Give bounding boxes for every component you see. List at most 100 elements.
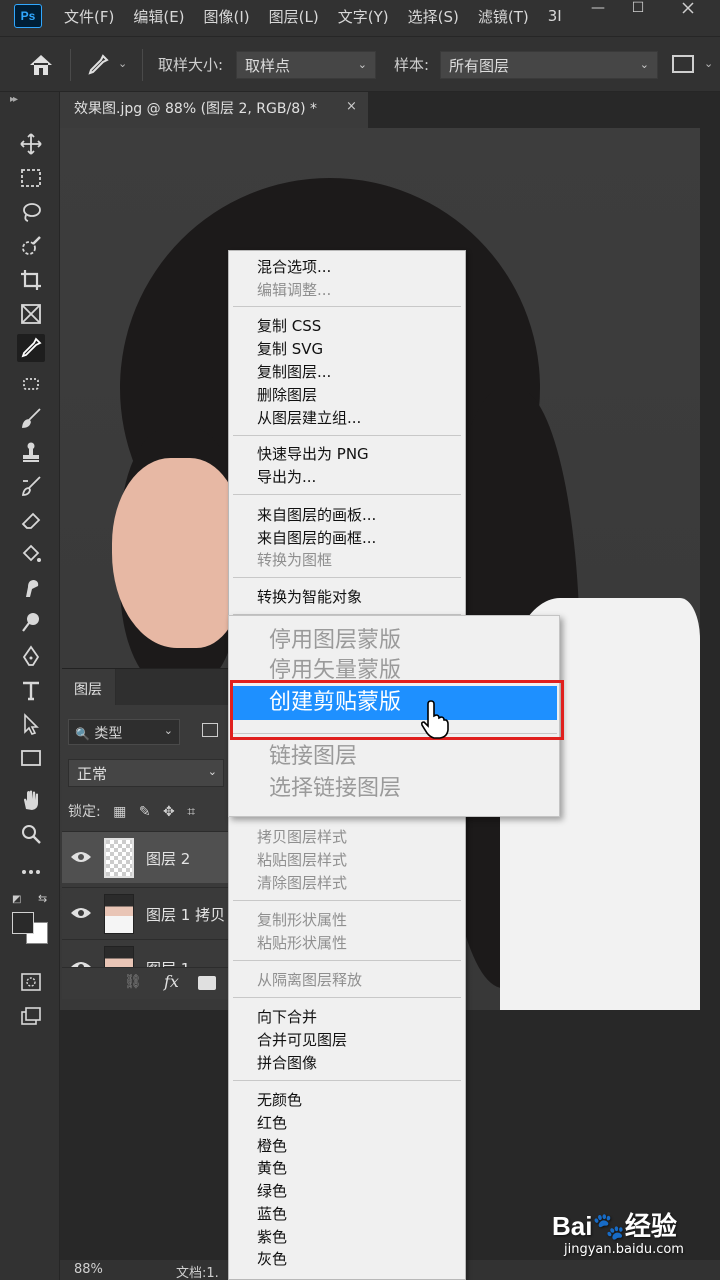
menu-item-frame-from-layers[interactable]: 来自图层的画框... [257, 528, 376, 548]
eyedropper-tool-icon[interactable] [17, 334, 45, 362]
stamp-tool-icon[interactable] [17, 438, 45, 466]
menu-item-copy-shape-attributes[interactable]: 复制形状属性 [257, 910, 347, 930]
menu-item-color-none[interactable]: 无颜色 [257, 1090, 302, 1110]
menu-item-copy-css[interactable]: 复制 CSS [257, 316, 321, 336]
more-tools-icon[interactable] [17, 858, 45, 886]
layer-row[interactable]: 图层 1 拷贝 [62, 887, 232, 939]
swap-colors-icon[interactable]: ⇆ [38, 892, 47, 905]
lock-transparency-icon[interactable]: ▦ [113, 804, 126, 820]
menu-item-duplicate-layer[interactable]: 复制图层... [257, 362, 331, 382]
chevron-down-icon[interactable]: ⌄ [704, 57, 713, 70]
color-swatches[interactable]: ◩ ⇆ [10, 892, 54, 944]
menu-item-disable-layer-mask[interactable]: 停用图层蒙版 [269, 626, 401, 656]
pen-tool-icon[interactable] [17, 642, 45, 670]
paint-bucket-tool-icon[interactable] [17, 540, 45, 568]
visibility-eye-icon[interactable] [70, 906, 92, 920]
sample-size-select[interactable]: 取样点 ⌄ [236, 51, 376, 79]
menu-item-color-blue[interactable]: 蓝色 [257, 1204, 287, 1224]
menu-item-flatten-image[interactable]: 拼合图像 [257, 1053, 317, 1073]
smudge-tool-icon[interactable] [17, 574, 45, 602]
close-window-button[interactable] [670, 0, 706, 20]
screen-mode-icon[interactable] [17, 1002, 45, 1030]
menu-item-blending-options[interactable]: 混合选项... [257, 257, 331, 277]
brush-tool-icon[interactable] [17, 404, 45, 432]
lasso-tool-icon[interactable] [17, 198, 45, 226]
quick-mask-icon[interactable] [17, 968, 45, 996]
menu-item-copy-svg[interactable]: 复制 SVG [257, 339, 323, 359]
link-layers-icon[interactable]: ⛓ [124, 974, 142, 990]
default-colors-icon[interactable]: ◩ [12, 894, 21, 905]
image-filter-icon[interactable] [202, 723, 218, 737]
crop-tool-icon[interactable] [17, 266, 45, 294]
zoom-tool-icon[interactable] [17, 820, 45, 848]
menu-item-delete-layer[interactable]: 删除图层 [257, 385, 317, 405]
menu-item-disable-vector-mask[interactable]: 停用矢量蒙版 [269, 656, 401, 682]
close-tab-icon[interactable]: × [346, 99, 357, 114]
lock-artboard-icon[interactable]: ⌗ [187, 804, 195, 820]
sample-select[interactable]: 所有图层 ⌄ [440, 51, 658, 79]
frame-tool-icon[interactable] [17, 300, 45, 328]
visibility-eye-icon[interactable] [70, 960, 92, 967]
layer-row[interactable]: 图层 2 [62, 831, 232, 883]
maximize-button[interactable]: ☐ [620, 0, 656, 20]
menu-item-paste-shape-attributes[interactable]: 粘贴形状属性 [257, 933, 347, 953]
menu-item-color-orange[interactable]: 橙色 [257, 1136, 287, 1156]
layer-name[interactable]: 图层 2 [146, 848, 190, 869]
path-selection-tool-icon[interactable] [17, 710, 45, 738]
lock-pixels-icon[interactable]: ✎ [139, 804, 151, 820]
menu-edit[interactable]: 编辑(E) [133, 6, 184, 27]
marquee-tool-icon[interactable] [17, 164, 45, 192]
menu-item-paste-layer-style[interactable]: 粘贴图层样式 [257, 850, 347, 870]
tab-layers[interactable]: 图层 [62, 669, 116, 705]
menu-item-merge-down[interactable]: 向下合并 [257, 1007, 317, 1027]
menu-item-merge-visible[interactable]: 合并可见图层 [257, 1030, 347, 1050]
menu-file[interactable]: 文件(F) [64, 6, 114, 27]
menu-item-group-from-layers[interactable]: 从图层建立组... [257, 408, 361, 428]
visibility-eye-icon[interactable] [70, 850, 92, 864]
menu-item-convert-to-frame[interactable]: 转换为图框 [257, 550, 332, 570]
fx-icon[interactable]: fx [164, 972, 179, 991]
hand-tool-icon[interactable] [17, 786, 45, 814]
blend-mode-select[interactable]: 正常 ⌄ [68, 759, 224, 787]
menu-filter[interactable]: 滤镜(T) [478, 6, 529, 27]
menu-item-artboard-from-layers[interactable]: 来自图层的画板... [257, 505, 376, 525]
rectangle-tool-icon[interactable] [17, 744, 45, 772]
history-brush-tool-icon[interactable] [17, 472, 45, 500]
layer-name[interactable]: 图层 1 拷贝 [146, 904, 225, 925]
menu-item-link-layers[interactable]: 链接图层 [269, 742, 357, 772]
layer-filter-select[interactable]: 🔍 类型 ⌄ [68, 719, 180, 745]
layer-name[interactable]: 图层 1 [146, 958, 190, 967]
quick-selection-tool-icon[interactable] [17, 232, 45, 260]
home-icon[interactable] [26, 52, 56, 78]
minimize-button[interactable]: — [580, 0, 616, 20]
menu-item-convert-to-smart-object[interactable]: 转换为智能对象 [257, 587, 362, 607]
type-tool-icon[interactable] [17, 676, 45, 704]
move-tool-icon[interactable] [17, 130, 45, 158]
menu-item-export-as[interactable]: 导出为... [257, 467, 316, 487]
add-mask-icon[interactable] [198, 976, 216, 990]
menu-item-release-from-isolation[interactable]: 从隔离图层释放 [257, 970, 362, 990]
menu-item-color-violet[interactable]: 紫色 [257, 1227, 287, 1247]
photoshop-logo[interactable]: Ps [14, 4, 42, 28]
menu-item-color-gray[interactable]: 灰色 [257, 1249, 287, 1269]
foreground-color-swatch[interactable] [12, 912, 34, 934]
document-tab[interactable]: 效果图.jpg @ 88% (图层 2, RGB/8) * [60, 92, 368, 128]
menu-item-edit-adjustment[interactable]: 编辑调整... [257, 280, 331, 300]
lock-position-icon[interactable]: ✥ [163, 804, 175, 820]
eraser-tool-icon[interactable] [17, 506, 45, 534]
zoom-level[interactable]: 88% [74, 1262, 103, 1277]
menu-item-clear-layer-style[interactable]: 清除图层样式 [257, 873, 347, 893]
menu-item-copy-layer-style[interactable]: 拷贝图层样式 [257, 827, 347, 847]
panel-toggle-icon[interactable] [672, 55, 694, 73]
eyedropper-preset-icon[interactable] [86, 53, 110, 77]
menu-item-color-yellow[interactable]: 黄色 [257, 1158, 287, 1178]
dodge-tool-icon[interactable] [17, 608, 45, 636]
menu-item-select-linked-layers[interactable]: 选择链接图层 [269, 774, 401, 804]
menu-image[interactable]: 图像(I) [204, 6, 250, 27]
menu-layer[interactable]: 图层(L) [269, 6, 319, 27]
menu-select[interactable]: 选择(S) [408, 6, 459, 27]
menu-type[interactable]: 文字(Y) [338, 6, 389, 27]
chevron-down-icon[interactable]: ⌄ [118, 57, 127, 70]
menu-item-color-green[interactable]: 绿色 [257, 1181, 287, 1201]
toolbar-collapse-icon[interactable]: ▸▸ [10, 94, 18, 105]
